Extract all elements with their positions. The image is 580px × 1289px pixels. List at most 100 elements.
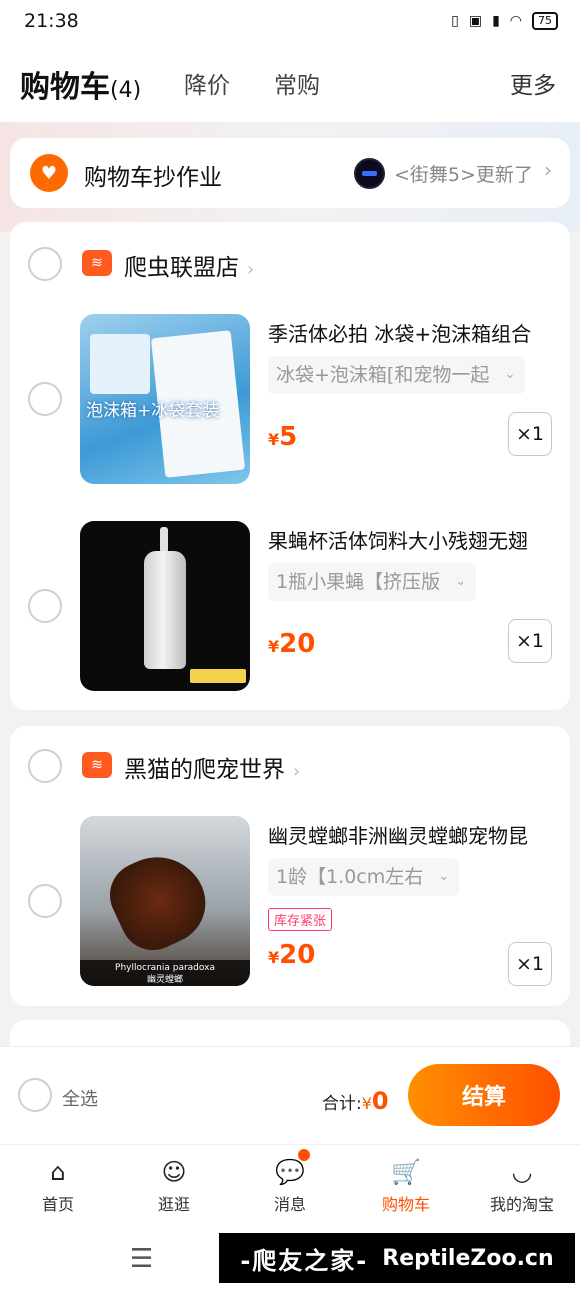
store-name-text: 黑猫的爬宠世界 xyxy=(124,757,285,783)
currency-symbol: ¥ xyxy=(268,430,280,449)
mantis-graphic xyxy=(99,841,219,961)
chevron-down-icon: ⌄ xyxy=(455,574,467,589)
store-select-radio[interactable] xyxy=(28,247,62,281)
total-label: 合计: xyxy=(322,1094,362,1114)
item-price: ¥5 xyxy=(268,422,297,452)
item-title[interactable]: 果蝇杯活体饲料大小残翅无翅 xyxy=(268,525,558,554)
bottle-label-graphic xyxy=(190,669,246,683)
sku-text: 冰袋+泡沫箱[和宠物一起 xyxy=(276,364,490,386)
item-price: ¥20 xyxy=(268,629,315,659)
more-button[interactable]: 更多 xyxy=(510,66,556,100)
cart-count: (4) xyxy=(110,78,142,103)
caption-latin: Phyllocrania paradoxa xyxy=(115,963,215,973)
chevron-right-icon: › xyxy=(247,259,255,280)
stock-warning-badge: 库存紧张 xyxy=(268,908,333,931)
sku-text: 1龄【1.0cm左右 xyxy=(276,866,424,888)
quantity-button[interactable]: ×1 xyxy=(508,412,552,456)
status-bar: 21:38 ▯ ▣ ▮ ◠ 75 xyxy=(0,0,580,44)
chevron-right-icon: › xyxy=(293,761,301,782)
chevron-right-icon: › xyxy=(544,158,552,182)
item-select-radio[interactable] xyxy=(28,382,62,416)
shop-icon: ≋ xyxy=(82,752,112,778)
sku-selector[interactable]: 1瓶小果蝇【挤压版 ⌄ xyxy=(268,563,477,601)
unread-dot xyxy=(298,1149,310,1161)
shop-icon: ≋ xyxy=(82,250,112,276)
ice-bag-graphic xyxy=(90,334,150,394)
store-name[interactable]: 爬虫联盟店 › xyxy=(124,248,254,282)
copy-homework-banner[interactable]: ♥ 购物车抄作业 <街舞5>更新了 › xyxy=(10,138,570,208)
watermark-en: ReptileZoo.cn xyxy=(382,1245,554,1271)
tab-home[interactable]: ⌂ 首页 xyxy=(0,1145,116,1224)
item-select-radio[interactable] xyxy=(28,884,62,918)
total-price: 合计:¥0 xyxy=(322,1087,389,1115)
caption-cn: 幽灵螳螂 xyxy=(146,975,183,985)
tab-label: 购物车 xyxy=(381,1195,430,1214)
cart-item: 泡沫箱+冰袋套装 季活体必拍 冰袋+泡沫箱组合 冰袋+泡沫箱[和宠物一起 ⌄ ¥5… xyxy=(10,314,570,486)
wifi-icon: ◠ xyxy=(509,13,522,29)
watermark-cn: -爬友之家- xyxy=(240,1246,369,1275)
tab-cart[interactable]: 🛒 购物车 xyxy=(348,1145,464,1224)
tab-messages[interactable]: 💬 消息 xyxy=(232,1145,348,1224)
cart-icon: 🛒 xyxy=(391,1158,421,1186)
bottle-graphic xyxy=(144,551,186,669)
page-title-text: 购物车 xyxy=(20,70,110,105)
item-select-radio[interactable] xyxy=(28,589,62,623)
item-title[interactable]: 季活体必拍 冰袋+泡沫箱组合 xyxy=(268,318,558,347)
tab-my-taobao[interactable]: ◡ 我的淘宝 xyxy=(464,1145,580,1224)
tab-label: 消息 xyxy=(273,1195,306,1214)
watermark: -爬友之家- ReptileZoo.cn xyxy=(219,1233,575,1283)
item-image-text: 泡沫箱+冰袋套装 xyxy=(86,401,220,421)
quantity-button[interactable]: ×1 xyxy=(508,942,552,986)
store-name-text: 爬虫联盟店 xyxy=(124,255,239,281)
item-price: ¥20 xyxy=(268,940,315,970)
cart-item: Phyllocrania paradoxa 幽灵螳螂 幽灵螳螂非洲幽灵螳螂宠物昆 … xyxy=(10,816,570,988)
store-card: ≋ 爬虫联盟店 › 泡沫箱+冰袋套装 季活体必拍 冰袋+泡沫箱组合 冰袋+泡沫箱[… xyxy=(10,222,570,710)
profile-icon: ◡ xyxy=(511,1158,533,1186)
cart-item: 果蝇杯活体饲料大小残翅无翅 1瓶小果蝇【挤压版 ⌄ ¥20 ×1 xyxy=(10,521,570,693)
image-caption: Phyllocrania paradoxa 幽灵螳螂 xyxy=(80,960,250,986)
browse-icon: ☺ xyxy=(161,1158,187,1186)
battery-icon: 75 xyxy=(532,12,558,30)
cart-header: 购物车(4) 降价 常购 更多 xyxy=(0,44,580,122)
currency-symbol: ¥ xyxy=(268,948,280,967)
item-image[interactable]: Phyllocrania paradoxa 幽灵螳螂 xyxy=(80,816,250,986)
chevron-down-icon: ⌄ xyxy=(504,367,516,382)
tab-frequent[interactable]: 常购 xyxy=(274,66,320,100)
sku-selector[interactable]: 1龄【1.0cm左右 ⌄ xyxy=(268,858,460,896)
item-image[interactable] xyxy=(80,521,250,691)
price-value: 20 xyxy=(279,940,316,970)
checkout-bar: 全选 合计:¥0 结算 xyxy=(0,1046,580,1144)
currency-symbol: ¥ xyxy=(268,637,280,656)
avatar xyxy=(354,158,385,189)
tab-label: 首页 xyxy=(41,1195,74,1214)
store-name[interactable]: 黑猫的爬宠世界 › xyxy=(124,750,300,784)
item-title[interactable]: 幽灵螳螂非洲幽灵螳螂宠物昆 xyxy=(268,820,558,849)
price-value: 20 xyxy=(279,629,316,659)
cart-heart-icon: ♥ xyxy=(30,154,68,192)
item-image[interactable]: 泡沫箱+冰袋套装 xyxy=(80,314,250,484)
chevron-down-icon: ⌄ xyxy=(438,869,450,884)
quantity-button[interactable]: ×1 xyxy=(508,619,552,663)
tab-browse[interactable]: ☺ 逛逛 xyxy=(116,1145,232,1224)
sku-text: 1瓶小果蝇【挤压版 xyxy=(276,571,441,593)
price-value: 5 xyxy=(279,422,298,452)
tab-price-drop[interactable]: 降价 xyxy=(184,66,230,100)
menu-icon[interactable]: ☰ xyxy=(130,1244,153,1274)
status-time: 21:38 xyxy=(24,10,79,32)
sku-selector[interactable]: 冰袋+泡沫箱[和宠物一起 ⌄ xyxy=(268,356,526,394)
store-card: ≋ 黑猫的爬宠世界 › Phyllocrania paradoxa 幽灵螳螂 幽灵螳… xyxy=(10,726,570,1006)
tab-label: 我的淘宝 xyxy=(489,1195,554,1214)
select-all-radio[interactable] xyxy=(18,1078,52,1112)
select-all-label[interactable]: 全选 xyxy=(62,1085,98,1111)
bottom-tab-bar: ⌂ 首页 ☺ 逛逛 💬 消息 🛒 购物车 ◡ 我的淘宝 xyxy=(0,1144,580,1224)
checkout-button[interactable]: 结算 xyxy=(408,1064,560,1126)
home-icon: ⌂ xyxy=(50,1158,66,1186)
promo-news: <街舞5>更新了 xyxy=(394,164,533,186)
page-title: 购物车(4) xyxy=(20,62,141,106)
store-select-radio[interactable] xyxy=(28,749,62,783)
total-amount: 0 xyxy=(371,1087,389,1115)
status-icons: ▯ ▣ ▮ ◠ 75 xyxy=(451,12,558,30)
tab-label: 逛逛 xyxy=(157,1195,190,1214)
promo-label: 购物车抄作业 xyxy=(84,165,222,191)
hd-icon: ▣ xyxy=(468,13,483,29)
